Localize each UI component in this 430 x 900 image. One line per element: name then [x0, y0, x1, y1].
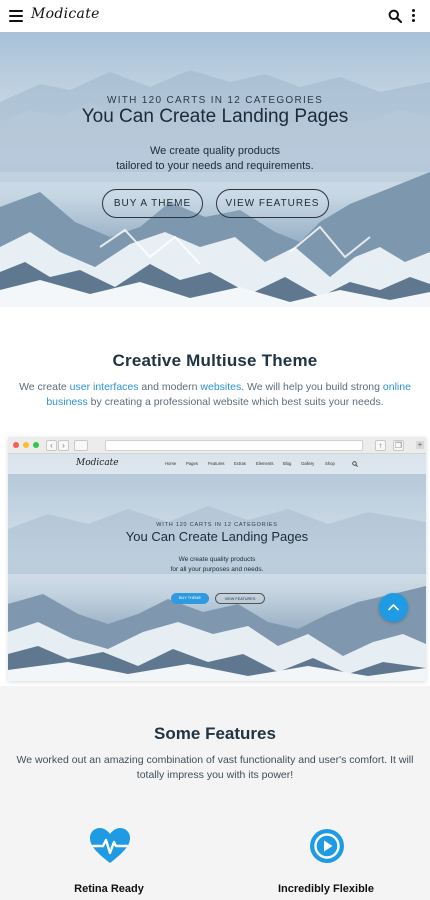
search-icon[interactable] [388, 9, 402, 23]
section-description: We create user interfaces and modern web… [8, 380, 422, 410]
view-features-button[interactable]: VIEW FEATURES [216, 189, 329, 218]
mockup-subtitle: We create quality products for all your … [8, 555, 426, 575]
tabs-icon: ❐ [393, 440, 404, 451]
hero-subtitle-line-2: tailored to your needs and requirements. [116, 160, 314, 172]
mockup-subtitle-line-2: for all your purposes and needs. [170, 566, 264, 573]
hero-eyebrow: WITH 120 CARTS IN 12 CATEGORIES [106, 95, 324, 106]
mockup-menu-item: Blog [283, 461, 292, 466]
mockup-site-preview: Modicate Home Pages Features Extras Elem… [8, 454, 426, 681]
browser-toolbar: ‹ › ↑ ❐ + [8, 437, 426, 454]
back-arrow-icon: ‹ [46, 440, 57, 451]
description-text: . We will help you build strong [241, 381, 383, 393]
mockup-buy-button: BUY THEME [171, 593, 209, 604]
site-logo[interactable]: Modicate [31, 6, 100, 22]
hero-title: You Can Create Landing Pages [81, 106, 349, 127]
mockup-menu-item: Pages [186, 461, 198, 466]
flexible-play-icon [310, 829, 344, 863]
heartbeat-icon [90, 828, 130, 863]
mockup-menu-item: Extras [234, 461, 246, 466]
hero-subtitle-line-1: We create quality products [149, 145, 281, 157]
section-title: Creative Multiuse Theme [112, 351, 318, 370]
more-vertical-icon[interactable] [412, 9, 416, 23]
websites-link[interactable]: websites [200, 381, 241, 393]
address-bar [105, 440, 363, 451]
hamburger-menu-icon[interactable] [9, 10, 23, 22]
hero-banner: WITH 120 CARTS IN 12 CATEGORIES You Can … [0, 32, 430, 307]
mockup-menu-item: Shop [325, 461, 335, 466]
mockup-subtitle-line-1: We create quality products [178, 556, 256, 563]
mockup-title: You Can Create Landing Pages [125, 529, 309, 544]
description-text: We create [19, 381, 70, 393]
mockup-menu-item: Gallery [301, 461, 315, 466]
mockup-menu-item: Elements [256, 461, 274, 466]
features-section [0, 686, 430, 900]
scroll-to-top-button[interactable] [379, 593, 408, 622]
mockup-eyebrow: WITH 120 CARTS IN 12 CATEGORIES [156, 522, 278, 528]
mockup-search-icon [352, 461, 358, 467]
sidebar-icon [74, 440, 88, 451]
share-icon: ↑ [375, 440, 386, 451]
features-description: We worked out an amazing combination of … [16, 754, 414, 781]
new-tab-icon: + [416, 440, 424, 449]
buy-theme-button[interactable]: BUY A THEME [102, 189, 203, 218]
minimize-dot-icon [23, 442, 29, 448]
chevron-up-icon [388, 604, 399, 611]
browser-mockup-image: ‹ › ↑ ❐ + Modicate Home Pages Features E… [8, 437, 426, 681]
maximize-dot-icon [33, 442, 39, 448]
mockup-menu-item: Home [165, 461, 177, 466]
mockup-view-button: VIEW FEATURES [215, 593, 265, 604]
features-title: Some Features [154, 724, 276, 743]
mockup-menu-item: Features [208, 461, 225, 466]
description-text: and modern [138, 381, 201, 393]
hero-subtitle: We create quality products tailored to y… [0, 144, 430, 174]
forward-arrow-icon: › [58, 440, 69, 451]
feature-label-retina-ready: Retina Ready [74, 883, 144, 895]
feature-label-incredibly-flexible: Incredibly Flexible [278, 883, 374, 895]
top-bar: Modicate [0, 0, 430, 32]
mockup-logo: Modicate [76, 458, 119, 468]
user-interfaces-link[interactable]: user interfaces [70, 381, 139, 393]
close-dot-icon [13, 442, 19, 448]
description-text: by creating a professional website which… [87, 396, 384, 408]
